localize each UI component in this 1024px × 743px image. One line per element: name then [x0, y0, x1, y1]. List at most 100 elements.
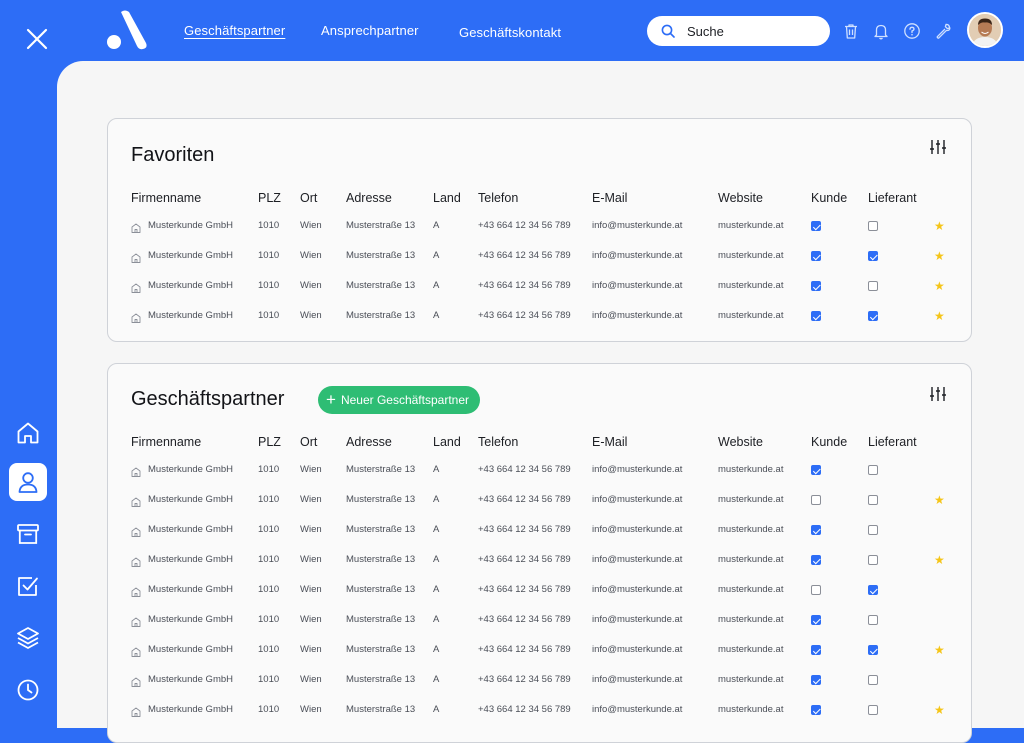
- cell-plz: 1010: [258, 250, 280, 261]
- archive-icon[interactable]: [14, 520, 42, 548]
- kunde-checkbox[interactable]: [811, 495, 821, 505]
- lieferant-checkbox[interactable]: [868, 465, 878, 475]
- cell-land: A: [433, 220, 440, 231]
- nav-link-ansprechpartner[interactable]: Ansprechpartner: [321, 23, 419, 38]
- column-header[interactable]: Telefon: [478, 435, 518, 449]
- kunde-checkbox[interactable]: [811, 645, 821, 655]
- lieferant-checkbox[interactable]: [868, 705, 878, 715]
- kunde-checkbox[interactable]: [811, 251, 821, 261]
- cell-website: musterkunde.at: [718, 554, 784, 565]
- close-icon[interactable]: [24, 26, 50, 52]
- filter-icon[interactable]: [929, 138, 947, 156]
- kunde-checkbox[interactable]: [811, 221, 821, 231]
- column-header[interactable]: Land: [433, 435, 461, 449]
- lieferant-checkbox[interactable]: [868, 525, 878, 535]
- top-navigation: Geschäftspartner Ansprechpartner Geschäf…: [0, 0, 1024, 62]
- column-header[interactable]: PLZ: [258, 191, 281, 205]
- lieferant-checkbox[interactable]: [868, 251, 878, 261]
- building-icon: [131, 524, 141, 537]
- favorite-star-icon[interactable]: ★: [934, 220, 945, 232]
- column-header[interactable]: Lieferant: [868, 191, 917, 205]
- lieferant-checkbox[interactable]: [868, 221, 878, 231]
- checkbox-icon[interactable]: [14, 572, 42, 600]
- cell-land: A: [433, 644, 440, 655]
- building-icon: [131, 220, 141, 233]
- column-header[interactable]: Adresse: [346, 435, 392, 449]
- kunde-checkbox[interactable]: [811, 281, 821, 291]
- column-header[interactable]: Kunde: [811, 191, 847, 205]
- column-header[interactable]: Website: [718, 191, 763, 205]
- nav-link-geschaeftspartner[interactable]: Geschäftspartner: [184, 23, 285, 38]
- lieferant-checkbox[interactable]: [868, 675, 878, 685]
- search-icon: [661, 24, 675, 38]
- avatar[interactable]: [967, 12, 1003, 48]
- column-header[interactable]: E-Mail: [592, 435, 627, 449]
- kunde-checkbox[interactable]: [811, 555, 821, 565]
- building-icon: [131, 704, 141, 717]
- cell-plz: 1010: [258, 494, 280, 505]
- column-header[interactable]: Land: [433, 191, 461, 205]
- favorite-star-icon[interactable]: ★: [934, 704, 945, 716]
- lieferant-checkbox[interactable]: [868, 585, 878, 595]
- column-header[interactable]: Ort: [300, 435, 317, 449]
- kunde-checkbox[interactable]: [811, 585, 821, 595]
- cell-land: A: [433, 464, 440, 475]
- kunde-checkbox[interactable]: [811, 525, 821, 535]
- cell-land: A: [433, 524, 440, 535]
- kunde-checkbox[interactable]: [811, 675, 821, 685]
- app-logo[interactable]: [106, 10, 148, 50]
- wrench-icon[interactable]: [934, 22, 952, 40]
- layers-icon[interactable]: [14, 624, 42, 652]
- help-icon[interactable]: [903, 22, 921, 40]
- add-partner-button[interactable]: + Neuer Geschäftspartner: [318, 386, 480, 414]
- clock-icon[interactable]: [14, 676, 42, 704]
- favorite-star-icon[interactable]: ★: [934, 554, 945, 566]
- column-header[interactable]: Ort: [300, 191, 317, 205]
- kunde-checkbox[interactable]: [811, 465, 821, 475]
- lieferant-checkbox[interactable]: [868, 615, 878, 625]
- add-partner-label: Neuer Geschäftspartner: [340, 393, 469, 407]
- lieferant-checkbox[interactable]: [868, 495, 878, 505]
- column-header[interactable]: Website: [718, 435, 763, 449]
- cell-telefon: +43 664 12 34 56 789: [478, 220, 571, 231]
- column-header[interactable]: Adresse: [346, 191, 392, 205]
- favorite-star-icon[interactable]: ★: [934, 644, 945, 656]
- cell-ort: Wien: [300, 584, 322, 595]
- cell-website: musterkunde.at: [718, 494, 784, 505]
- column-header[interactable]: Kunde: [811, 435, 847, 449]
- column-header[interactable]: Lieferant: [868, 435, 917, 449]
- kunde-checkbox[interactable]: [811, 311, 821, 321]
- column-header[interactable]: Firmenname: [131, 435, 201, 449]
- lieferant-checkbox[interactable]: [868, 311, 878, 321]
- cell-website: musterkunde.at: [718, 644, 784, 655]
- cell-plz: 1010: [258, 524, 280, 535]
- home-icon[interactable]: [14, 419, 42, 447]
- bell-icon[interactable]: [872, 22, 890, 40]
- kunde-checkbox[interactable]: [811, 705, 821, 715]
- kunde-checkbox[interactable]: [811, 615, 821, 625]
- filter-icon[interactable]: [929, 385, 947, 403]
- cell-firmenname: Musterkunde GmbH: [148, 674, 234, 685]
- lieferant-checkbox[interactable]: [868, 645, 878, 655]
- search-input[interactable]: [687, 16, 817, 46]
- partners-title: Geschäftspartner: [131, 388, 285, 410]
- column-header[interactable]: PLZ: [258, 435, 281, 449]
- column-header[interactable]: E-Mail: [592, 191, 627, 205]
- favorite-star-icon[interactable]: ★: [934, 250, 945, 262]
- favorite-star-icon[interactable]: ★: [934, 280, 945, 292]
- column-header[interactable]: Telefon: [478, 191, 518, 205]
- lieferant-checkbox[interactable]: [868, 555, 878, 565]
- favorite-star-icon[interactable]: ★: [934, 494, 945, 506]
- building-icon: [131, 584, 141, 597]
- favorite-star-icon[interactable]: ★: [934, 310, 945, 322]
- cell-adresse: Musterstraße 13: [346, 250, 416, 261]
- column-header[interactable]: Firmenname: [131, 191, 201, 205]
- trash-icon[interactable]: [842, 22, 860, 40]
- cell-website: musterkunde.at: [718, 464, 784, 475]
- user-icon[interactable]: [9, 463, 47, 501]
- cell-land: A: [433, 494, 440, 505]
- cell-firmenname: Musterkunde GmbH: [148, 464, 234, 475]
- nav-link-geschaeftskontakt[interactable]: Geschäftskontakt: [459, 25, 561, 40]
- lieferant-checkbox[interactable]: [868, 281, 878, 291]
- cell-website: musterkunde.at: [718, 614, 784, 625]
